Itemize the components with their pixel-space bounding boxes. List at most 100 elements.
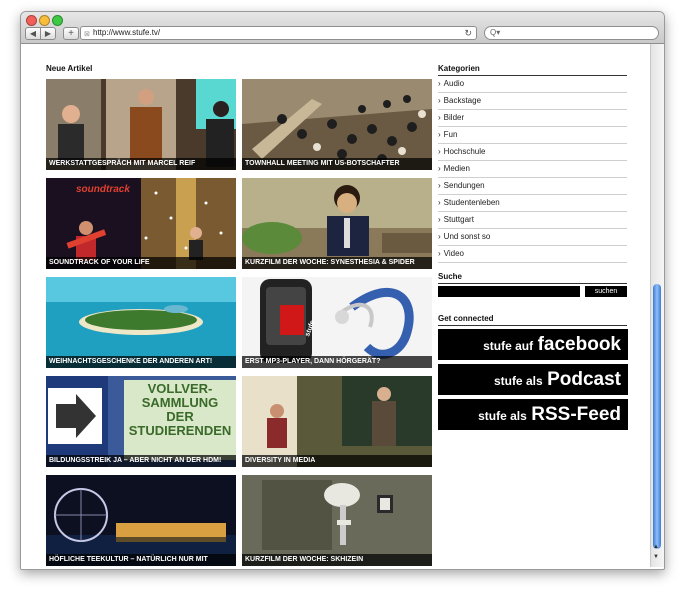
search-heading: Suche xyxy=(438,272,463,281)
article-image xyxy=(46,178,236,269)
article-tile[interactable]: Kurzfilm der Woche: Skhizein xyxy=(242,475,432,566)
banner-prefix: stufe als xyxy=(493,374,543,388)
chevron-right-icon: › xyxy=(438,249,441,258)
chevron-right-icon: › xyxy=(438,130,441,139)
address-bar[interactable]: ⊠ http://www.stufe.tv/ ↻ xyxy=(80,26,477,40)
site-search-input[interactable] xyxy=(438,286,580,297)
article-caption: Werkstattgespräch mit Marcel Reif xyxy=(46,158,236,170)
article-image xyxy=(242,178,432,269)
chevron-right-icon: › xyxy=(438,96,441,105)
article-image xyxy=(46,475,236,566)
category-link-fun[interactable]: › Fun xyxy=(438,127,627,144)
category-link-hochschule[interactable]: › Hochschule xyxy=(438,144,627,161)
chevron-right-icon: › xyxy=(438,215,441,224)
podcast-banner-link[interactable]: stufe als Podcast xyxy=(438,364,628,395)
category-label: Backstage xyxy=(443,96,482,105)
close-window-button[interactable] xyxy=(26,15,37,26)
chevron-right-icon: › xyxy=(438,164,441,173)
banner-title: facebook xyxy=(537,334,621,355)
category-link-studentenleben[interactable]: › Studentenleben xyxy=(438,195,627,212)
minimize-window-button[interactable] xyxy=(39,15,50,26)
article-tile[interactable]: stufe Erst MP3-Player, dann Hörgerät? xyxy=(242,277,432,368)
article-caption: Erst MP3-Player, dann Hörgerät? xyxy=(242,356,432,368)
article-caption: Kurzfilm der Woche: Skhizein xyxy=(242,554,432,566)
article-caption: Townhall Meeting mit US-Botschafter xyxy=(242,158,432,170)
article-tile[interactable]: Diversity in Media xyxy=(242,376,432,467)
plus-icon: + xyxy=(68,28,74,39)
new-articles-heading: Neue Artikel xyxy=(46,64,93,73)
article-caption: Weihnachtsgeschenke der anderen Art! xyxy=(46,356,236,368)
chevron-right-icon: › xyxy=(438,147,441,156)
category-label: Bilder xyxy=(443,113,465,122)
article-tile[interactable]: Weihnachtsgeschenke der anderen Art! xyxy=(46,277,236,368)
page-content: Neue Artikel Werkstattgespräch mit Marce… xyxy=(21,44,649,569)
forward-button[interactable]: ▶ xyxy=(40,27,56,40)
category-label: Fun xyxy=(443,130,458,139)
category-label: Video xyxy=(443,249,464,258)
category-label: Und sonst so xyxy=(443,232,491,241)
category-link-bilder[interactable]: › Bilder xyxy=(438,110,627,127)
scrollbar-thumb[interactable] xyxy=(653,284,661,549)
category-link-backstage[interactable]: › Backstage xyxy=(438,93,627,110)
scroll-up-arrow-icon[interactable]: ▲ xyxy=(653,544,659,550)
banner-prefix: stufe auf xyxy=(483,339,534,353)
banner-prefix: stufe als xyxy=(478,409,527,423)
back-arrow-icon: ◀ xyxy=(29,29,37,38)
chevron-right-icon: › xyxy=(438,232,441,241)
article-image xyxy=(242,79,432,170)
article-image xyxy=(46,277,236,368)
category-label: Audio xyxy=(443,79,465,88)
soundtrack-logo-text: soundtrack xyxy=(76,184,130,195)
article-tile[interactable]: soundtrack Soundtrack of your life xyxy=(46,178,236,269)
chevron-right-icon: › xyxy=(438,79,441,88)
get-connected-heading: Get connected xyxy=(438,314,494,323)
article-caption: Bildungsstreik ja – aber nicht an der Hd… xyxy=(46,455,236,467)
category-label: Stuttgart xyxy=(443,215,474,224)
article-tile[interactable]: VOLLVER- SAMMLUNG DER STUDIERENDEN Bildu… xyxy=(46,376,236,467)
article-tile[interactable]: Townhall Meeting mit US-Botschafter xyxy=(242,79,432,170)
add-bookmark-button[interactable]: + xyxy=(63,27,79,40)
facebook-banner-link[interactable]: stufe auf facebook xyxy=(438,329,628,360)
article-caption: Diversity in Media xyxy=(242,455,432,467)
zoom-window-button[interactable] xyxy=(52,15,63,26)
address-url: http://www.stufe.tv/ xyxy=(93,28,161,37)
category-link-video[interactable]: › Video xyxy=(438,246,627,263)
reload-icon[interactable]: ↻ xyxy=(464,27,472,39)
favicon-icon: ⊠ xyxy=(84,31,90,38)
article-tile[interactable]: Höfliche Teekultur – natürlich nur mit xyxy=(46,475,236,566)
category-link-audio[interactable]: › Audio xyxy=(438,76,627,93)
article-image xyxy=(242,277,432,368)
article-image xyxy=(242,376,432,467)
forward-arrow-icon: ▶ xyxy=(44,29,52,38)
category-link-und-sonst-so[interactable]: › Und sonst so xyxy=(438,229,627,246)
search-submit-button[interactable]: suchen xyxy=(585,286,627,297)
connect-divider xyxy=(438,325,627,326)
vertical-scrollbar[interactable]: ▲ ▼ xyxy=(650,44,664,567)
chevron-right-icon: › xyxy=(438,198,441,207)
article-image xyxy=(46,79,236,170)
article-caption: Höfliche Teekultur – natürlich nur mit xyxy=(46,554,236,566)
category-label: Hochschule xyxy=(443,147,486,156)
category-link-medien[interactable]: › Medien xyxy=(438,161,627,178)
article-tile[interactable]: Kurzfilm der Woche: Synesthesia & Spider xyxy=(242,178,432,269)
search-icon: Q▾ xyxy=(490,28,501,37)
vollversammlung-sign-text: VOLLVER- SAMMLUNG DER STUDIERENDEN xyxy=(128,381,232,438)
article-caption: Soundtrack of your life xyxy=(46,257,236,269)
category-link-stuttgart[interactable]: › Stuttgart xyxy=(438,212,627,229)
search-divider xyxy=(438,283,627,284)
article-tile[interactable]: Werkstattgespräch mit Marcel Reif xyxy=(46,79,236,170)
banner-title: RSS-Feed xyxy=(531,404,621,425)
browser-window: ◀ ▶ + ⊠ http://www.stufe.tv/ ↻ Q▾ Neue A… xyxy=(20,11,665,570)
categories-heading: Kategorien xyxy=(438,64,480,73)
scroll-down-arrow-icon[interactable]: ▼ xyxy=(653,554,659,560)
category-label: Medien xyxy=(443,164,470,173)
back-button[interactable]: ◀ xyxy=(25,27,41,40)
category-link-sendungen[interactable]: › Sendungen xyxy=(438,178,627,195)
category-label: Sendungen xyxy=(443,181,485,190)
rss-feed-banner-link[interactable]: stufe als RSS-Feed xyxy=(438,399,628,430)
browser-search-field[interactable]: Q▾ xyxy=(484,26,659,40)
chevron-right-icon: › xyxy=(438,181,441,190)
chevron-right-icon: › xyxy=(438,113,441,122)
article-image xyxy=(242,475,432,566)
category-label: Studentenleben xyxy=(443,198,500,207)
